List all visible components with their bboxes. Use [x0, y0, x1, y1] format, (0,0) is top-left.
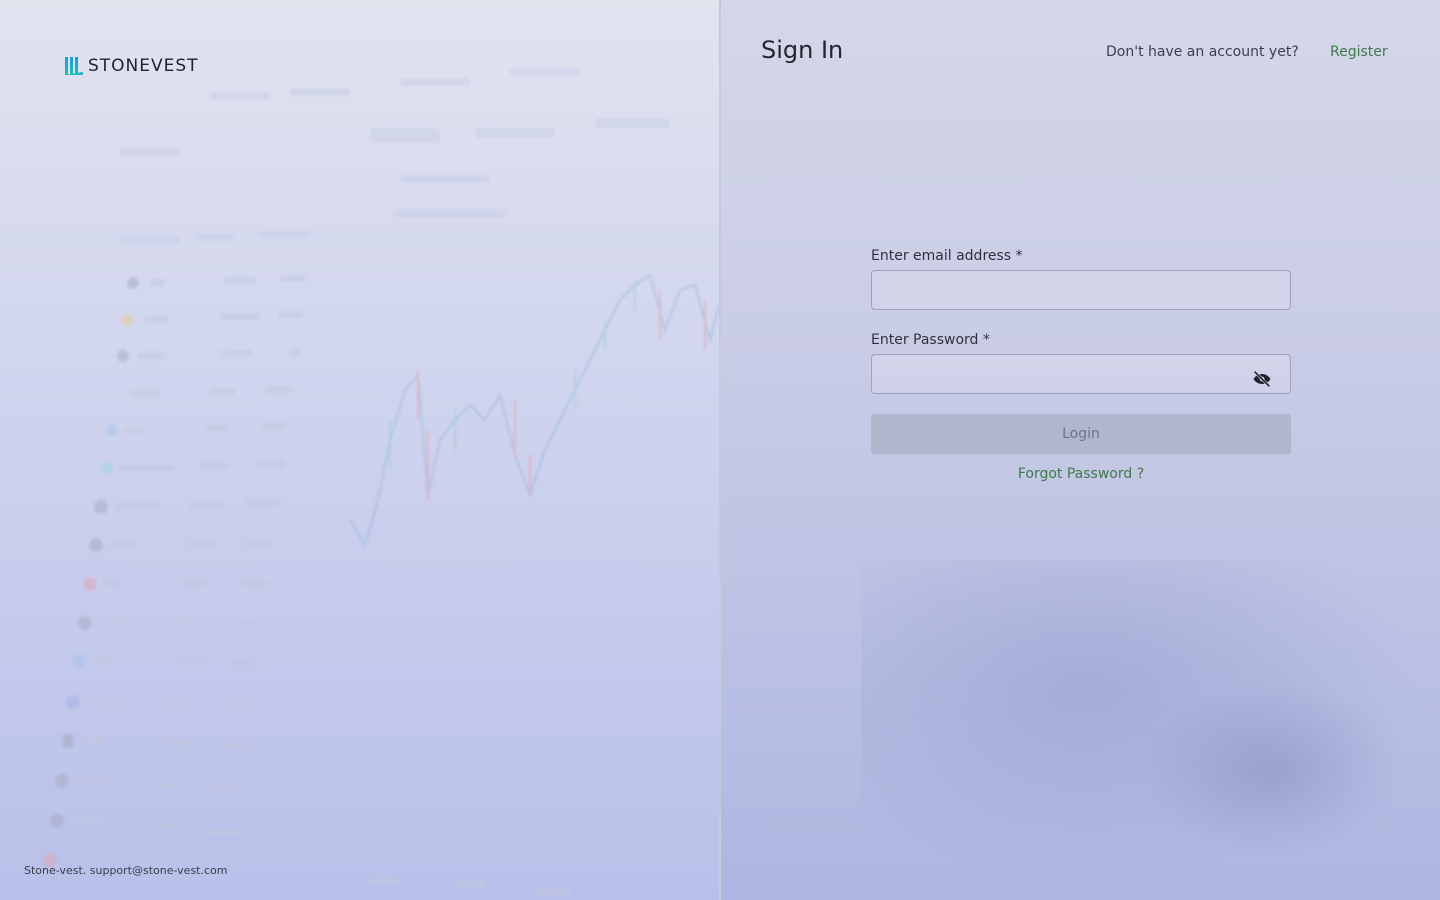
- sign-in-form: Enter email address * Enter Password * L…: [871, 248, 1291, 482]
- footer-contact: Stone-vest. support@stone-vest.com: [24, 864, 228, 877]
- email-field-group: Enter email address *: [871, 248, 1291, 310]
- register-link[interactable]: Register: [1330, 44, 1388, 60]
- brand-name: STONEVEST: [88, 56, 199, 76]
- forgot-password-link[interactable]: Forgot Password ?: [871, 466, 1291, 482]
- password-field-group: Enter Password *: [871, 332, 1291, 394]
- background-market-illustration: [43, 68, 719, 895]
- sign-in-page: STONEVEST Stone-vest. support@stone-vest…: [0, 0, 1440, 900]
- password-label: Enter Password *: [871, 332, 990, 348]
- stonevest-logo[interactable]: STONEVEST: [64, 56, 199, 76]
- sign-in-panel: Sign In Don't have an account yet? Regis…: [721, 0, 1440, 900]
- brand-panel: STONEVEST Stone-vest. support@stone-vest…: [0, 0, 719, 900]
- background-blur-secondary: [1141, 680, 1401, 860]
- email-input[interactable]: [871, 270, 1291, 310]
- password-input[interactable]: [871, 354, 1291, 394]
- stonevest-logo-icon: [65, 57, 83, 75]
- email-label: Enter email address *: [871, 248, 1023, 264]
- no-account-text: Don't have an account yet?: [1106, 44, 1299, 60]
- eye-off-icon[interactable]: [1251, 368, 1273, 390]
- login-button[interactable]: Login: [871, 414, 1291, 454]
- page-title: Sign In: [761, 36, 844, 64]
